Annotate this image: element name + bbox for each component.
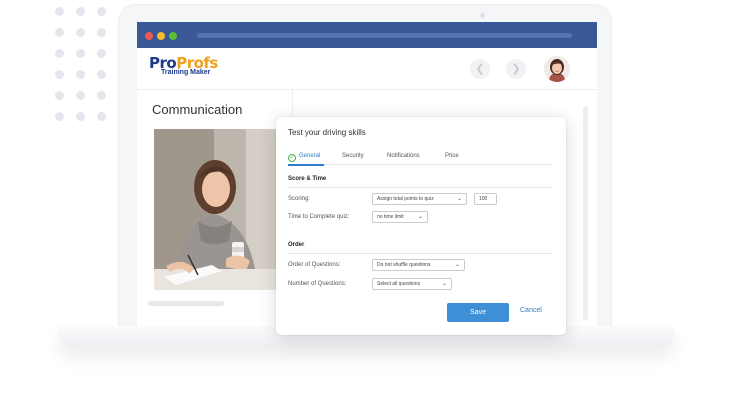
time-limit-select[interactable]: no time limit ⌄ bbox=[372, 211, 428, 223]
settings-tabs: ✓ General Security Notifications Price bbox=[288, 147, 552, 166]
camera-dot bbox=[480, 13, 485, 18]
scoring-select[interactable]: Assign total points to quiz ⌄ bbox=[372, 193, 467, 205]
proprofs-logo[interactable]: ProProfs Training Maker bbox=[149, 54, 219, 80]
scoring-label: Scoring: bbox=[288, 196, 311, 202]
cancel-button[interactable]: Cancel bbox=[520, 307, 542, 314]
course-panel: Communication bbox=[137, 90, 293, 326]
check-circle-icon: ✓ bbox=[288, 154, 296, 162]
browser-bar bbox=[137, 22, 597, 48]
save-button[interactable]: Save bbox=[447, 303, 509, 322]
question-order-select[interactable]: Do not shuffle questions ⌄ bbox=[372, 259, 465, 271]
question-count-label: Number of Questions: bbox=[288, 281, 347, 287]
address-bar[interactable] bbox=[197, 33, 572, 38]
app-header: ProProfs Training Maker ❮ ❯ bbox=[137, 48, 597, 90]
modal-title: Test your driving skills bbox=[288, 128, 366, 137]
section-title-order: Order bbox=[288, 242, 305, 248]
question-count-select[interactable]: Select all questions ⌄ bbox=[372, 278, 452, 290]
tab-notifications[interactable]: Notifications bbox=[387, 153, 420, 159]
chevron-right-icon[interactable]: ❯ bbox=[506, 59, 526, 79]
maximize-window-dot[interactable] bbox=[169, 32, 177, 40]
chevron-left-icon[interactable]: ❮ bbox=[470, 59, 490, 79]
question-order-label: Order of Questions: bbox=[288, 262, 341, 268]
vertical-scrollbar[interactable] bbox=[583, 106, 588, 320]
avatar[interactable] bbox=[544, 56, 570, 82]
active-tab-indicator bbox=[288, 164, 324, 166]
chevron-down-icon: ⌄ bbox=[456, 196, 462, 202]
dot-pattern bbox=[50, 2, 120, 132]
course-cover-image bbox=[154, 129, 276, 290]
total-points-input[interactable]: 100 bbox=[474, 193, 497, 205]
time-limit-label: Time to Complete quiz: bbox=[288, 214, 350, 220]
minimize-window-dot[interactable] bbox=[157, 32, 165, 40]
page-title: Communication bbox=[152, 102, 243, 117]
chevron-down-icon: ⌄ bbox=[417, 214, 423, 220]
quiz-settings-modal: Test your driving skills ✓ General Secur… bbox=[276, 117, 566, 335]
close-window-dot[interactable] bbox=[145, 32, 153, 40]
chevron-down-icon: ⌄ bbox=[454, 262, 460, 268]
horizontal-scrollbar[interactable] bbox=[148, 301, 224, 306]
chevron-down-icon: ⌄ bbox=[441, 281, 447, 287]
tab-security[interactable]: Security bbox=[342, 153, 364, 159]
tab-price[interactable]: Price bbox=[445, 153, 459, 159]
section-title-score-time: Score & Time bbox=[288, 176, 327, 182]
